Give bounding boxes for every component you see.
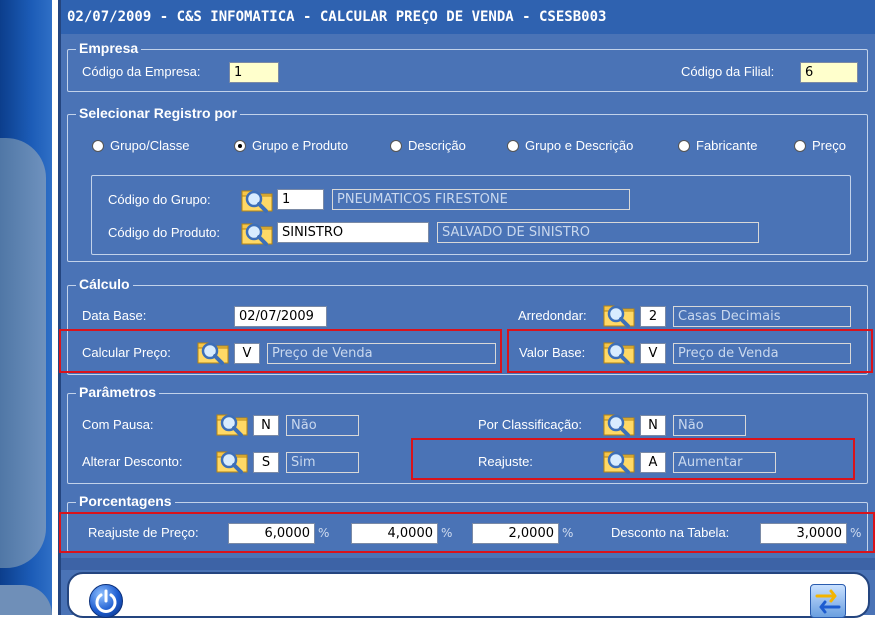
por-classificacao-desc-field: Não [673,415,746,436]
radio-label: Grupo e Descrição [525,138,634,153]
radio-dot [390,140,402,152]
folder-magnifier-icon[interactable] [215,409,249,437]
folder-magnifier-icon[interactable] [602,409,636,437]
radio-label: Fabricante [696,138,758,153]
codigo-grupo-label: Código do Grupo: [108,192,211,207]
radio-dot [678,140,690,152]
swap-arrows-icon[interactable] [810,584,846,618]
radio-dot [794,140,806,152]
radio-dot-selected [234,140,246,152]
highlight-porcentagens [59,512,875,553]
codigo-filial-input[interactable]: 6 [800,62,858,83]
codigo-grupo-input[interactable]: 1 [277,189,324,210]
folder-magnifier-icon[interactable] [602,300,636,328]
bottom-toolbar [67,572,870,618]
data-base-label: Data Base: [82,308,147,323]
radio-label: Grupo/Classe [110,138,190,153]
codigo-empresa-label: Código da Empresa: [82,64,201,79]
selecionar-legend: Selecionar Registro por [76,105,240,121]
radio-grupo-descricao[interactable]: Grupo e Descrição [507,137,633,155]
radio-grupo-classe[interactable]: Grupo/Classe [92,137,189,155]
grupo-produto-subpanel: Código do Grupo: 1 PNEUMATICOS FIRESTONE… [91,175,851,255]
highlight-reajuste [411,438,855,480]
folder-magnifier-icon[interactable] [240,218,274,246]
power-icon[interactable] [89,584,123,618]
por-classificacao-code-input[interactable]: N [640,415,666,436]
radio-label: Grupo e Produto [252,138,349,153]
calculo-legend: Cálculo [76,276,133,292]
radio-descricao[interactable]: Descrição [390,137,466,155]
alterar-desconto-desc-field: Sim [286,452,359,473]
folder-magnifier-icon[interactable] [240,185,274,213]
codigo-empresa-input[interactable]: 1 [229,62,279,83]
parametros-legend: Parâmetros [76,384,160,400]
radio-preco[interactable]: Preço [794,137,846,155]
codigo-filial-label: Código da Filial: [681,64,775,79]
arredondar-label: Arredondar: [518,308,587,323]
com-pausa-desc-field: Não [286,415,359,436]
alterar-desconto-code-input[interactable]: S [253,452,279,473]
folder-magnifier-icon[interactable] [215,446,249,474]
arredondar-desc-field: Casas Decimais [673,306,851,327]
highlight-calcular-preco [59,329,502,373]
separator-strip [61,558,875,570]
highlight-valor-base [507,329,873,373]
alterar-desconto-label: Alterar Desconto: [82,454,183,469]
radio-dot [507,140,519,152]
radio-label: Descrição [408,138,466,153]
radio-label: Preço [812,138,846,153]
empresa-panel: Empresa Código da Empresa: 1 Código da F… [67,40,868,92]
data-base-input[interactable]: 02/07/2009 [234,306,327,327]
radio-grupo-produto[interactable]: Grupo e Produto [234,137,348,155]
grupo-descricao-field: PNEUMATICOS FIRESTONE [332,189,630,210]
power-symbol-icon [95,589,117,613]
com-pausa-code-input[interactable]: N [253,415,279,436]
window-title: 02/07/2009 - C&S INFOMATICA - CALCULAR P… [61,0,875,34]
swap-arrows-glyph-icon [815,589,841,614]
radio-fabricante[interactable]: Fabricante [678,137,757,155]
codigo-produto-input[interactable]: SINISTRO [277,222,429,243]
por-classificacao-label: Por Classificação: [478,417,583,432]
desktop-side-tab [0,138,46,568]
porcentagens-legend: Porcentagens [76,493,175,509]
com-pausa-label: Com Pausa: [82,417,154,432]
produto-descricao-field: SALVADO DE SINISTRO [437,222,759,243]
codigo-produto-label: Código do Produto: [108,225,221,240]
empresa-legend: Empresa [76,40,142,56]
selecionar-panel: Selecionar Registro por Grupo/Classe Gru… [67,105,868,262]
radio-dot [92,140,104,152]
arredondar-code-input[interactable]: 2 [640,306,666,327]
